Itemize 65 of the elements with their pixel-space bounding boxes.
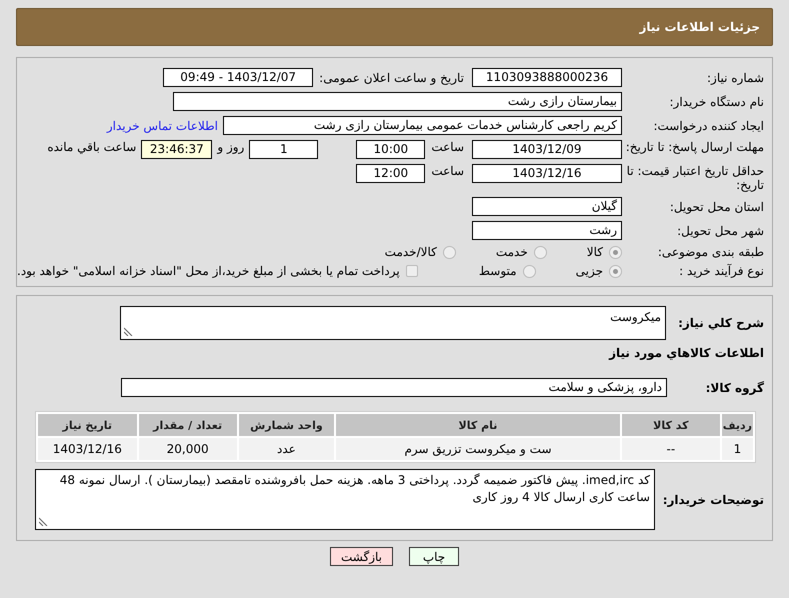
table-cell: -- [622, 438, 720, 460]
back-button[interactable]: بازگشت [330, 547, 393, 566]
field-label: ایجاد کننده درخواست: [652, 118, 765, 132]
radio-button[interactable] [522, 264, 536, 278]
radio-label: جزیی [576, 264, 603, 278]
description-text: میکروست [610, 310, 661, 324]
field-label: گروه کالا: [704, 380, 765, 394]
table-cell: 1 [722, 438, 753, 460]
buyer-contact-link[interactable]: اطلاعات تماس خریدار [106, 118, 218, 132]
column-header: کد کالا [622, 414, 720, 436]
field-label: شهر محل تحویل: [676, 224, 765, 238]
resize-grip-icon[interactable] [39, 517, 48, 526]
announce-date-field: 1403/12/07 - 09:49 [163, 68, 314, 87]
field-label: روز و [217, 140, 244, 154]
column-header: واحد شمارش [238, 414, 334, 436]
field-label: ساعت [431, 140, 464, 154]
column-header: نام کالا [336, 414, 620, 436]
section-heading: اطلاعات کالاهاي مورد نياز [608, 346, 765, 360]
buyer-notes-text: کد imed,irc. پیش فاکتور ضمیمه گردد. پرداختی 3 ماهه. هزینه حمل بافروشنده تامقصد (بیمارستان ). ارسال نمونه 48 ساعت کاری ارسال کالا 4 روز کاری [60, 473, 650, 504]
province-field: گیلان [472, 197, 622, 216]
field-label: ساعت [431, 164, 464, 178]
requester-field: کریم راجعی کارشناس خدمات عمومی بیمارستان رازی رشت [223, 116, 622, 135]
table-cell: 20,000 [138, 438, 237, 460]
field-label: نام دستگاه خریدار: [668, 94, 765, 108]
radio-label: کالا [586, 245, 603, 259]
column-header: تاریخ نیاز [38, 414, 137, 436]
remaining-time-field: 23:46:37 [141, 140, 212, 159]
resize-grip-icon[interactable] [124, 327, 133, 336]
radio-button[interactable] [442, 246, 456, 258]
field-label: مهلت ارسال پاسخ: تا تاریخ: [624, 140, 765, 154]
radio-button[interactable] [534, 246, 547, 258]
field-label: ساعت باقي مانده [47, 140, 136, 154]
validity-date-field: 1403/12/16 [472, 164, 622, 183]
field-label: طبقه بندی موضوعی: [656, 245, 765, 259]
table-cell: عدد [238, 438, 334, 460]
description-field[interactable]: میکروست [120, 306, 666, 340]
payment-note: پرداخت تمام یا بخشی از مبلغ خرید،از محل "اسناد خزانه اسلامی" خواهد بود. [17, 264, 400, 278]
field-label: شرح کلي نياز: [677, 316, 765, 330]
column-header: تعداد / مقدار [138, 414, 237, 436]
field-label: تاریخ و ساعت اعلان عمومی: [319, 70, 464, 84]
radio-label: متوسط [478, 264, 517, 278]
column-header: رديف [722, 414, 753, 436]
payment-checkbox[interactable] [406, 265, 418, 277]
validity-time-field: 12:00 [356, 164, 426, 183]
print-button[interactable]: چاپ [409, 547, 459, 566]
radio-button[interactable] [609, 246, 622, 258]
field-label: حداقل تاریخ اعتبار قیمت: تا تاریخ: [626, 164, 765, 192]
deadline-time-field: 10:00 [356, 140, 426, 159]
table-cell: ست و میکروست تزریق سرم [336, 438, 620, 460]
field-label: توضیحات خریدار: [662, 492, 765, 506]
city-field: رشت [472, 221, 622, 240]
field-label: استان محل تحویل: [668, 200, 765, 214]
radio-label: خدمت [496, 245, 528, 259]
table-cell: 1403/12/16 [38, 438, 137, 460]
need-number-field: 1103093888000236 [472, 68, 622, 87]
product-group-field: دارو، پزشکی و سلامت [121, 378, 667, 397]
field-label: شماره نیاز: [706, 70, 765, 84]
radio-label: کالا/خدمت [384, 245, 437, 259]
buyer-org-field: بیمارستان رازی رشت [173, 92, 622, 111]
days-field: 1 [249, 140, 318, 159]
field-label: نوع فرآیند خرید : [678, 264, 765, 278]
deadline-date-field: 1403/12/09 [472, 140, 622, 159]
page-title: جزئیات اطلاعات نیاز [639, 20, 760, 34]
radio-button[interactable] [609, 264, 622, 278]
buyer-notes-field[interactable]: کد imed,irc. پیش فاکتور ضمیمه گردد. پرداختی 3 ماهه. هزینه حمل بافروشنده تامقصد (بیمارستان ). ارسال نمونه 48 ساعت کاری ارسال کالا 4 روز کاری [35, 469, 655, 530]
